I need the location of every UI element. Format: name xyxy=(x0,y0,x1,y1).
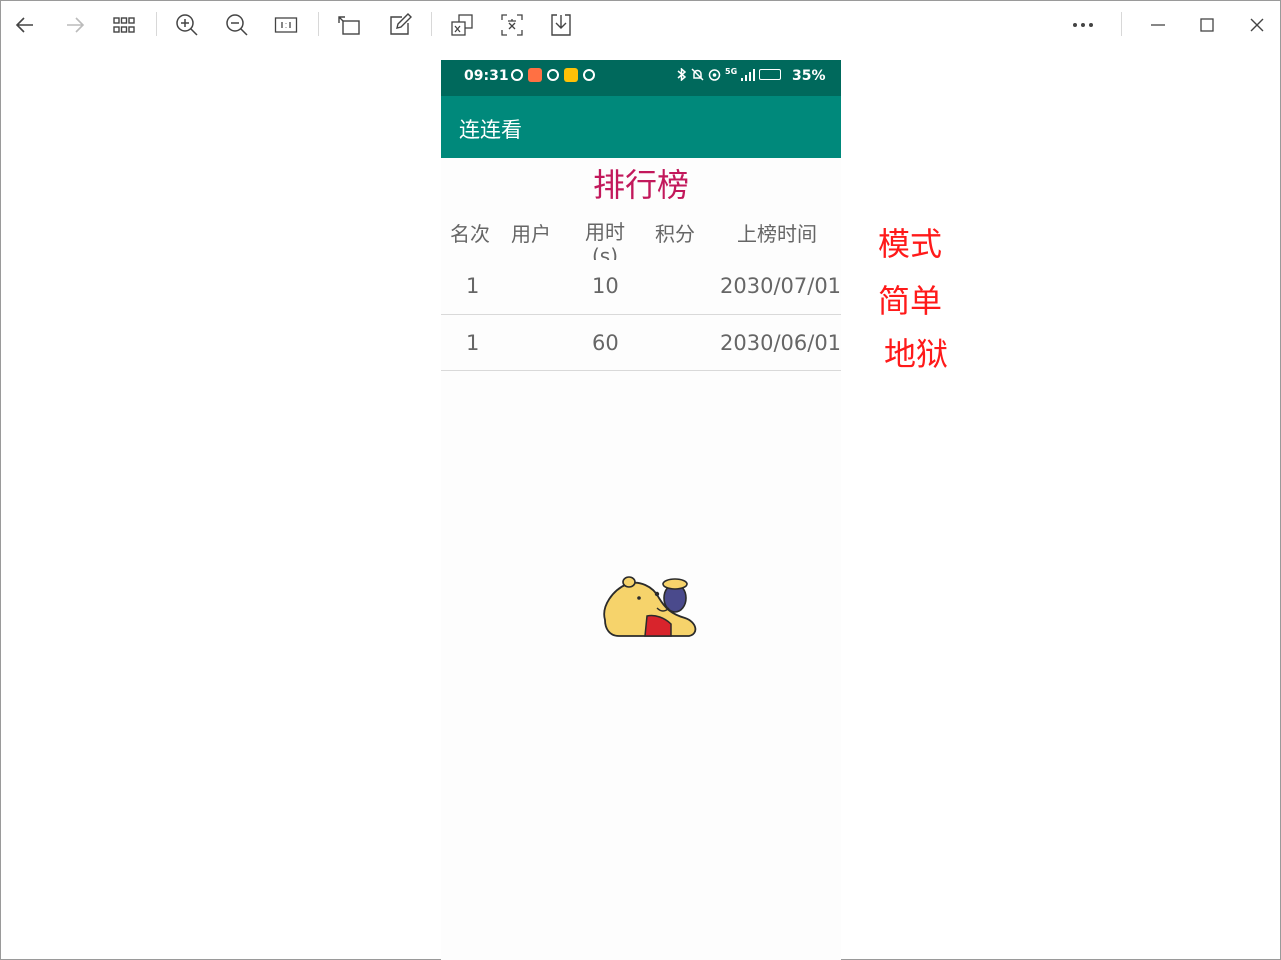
network-type: 5G xyxy=(725,67,738,76)
annotation-mode-hell: 地狱 xyxy=(884,335,949,373)
rotate-icon xyxy=(338,16,360,35)
app-title: 连连看 xyxy=(459,118,522,142)
ocr-button[interactable] xyxy=(496,9,528,41)
arrow-left-icon xyxy=(15,17,33,33)
close-button[interactable] xyxy=(1241,9,1273,41)
grid-icon xyxy=(113,17,135,33)
column-header-user: 用户 xyxy=(511,222,551,246)
more-dots-icon xyxy=(1073,23,1093,27)
bluetooth-icon xyxy=(677,68,687,81)
annotation-mode-easy: 简单 xyxy=(878,282,943,320)
back-button[interactable] xyxy=(9,9,41,41)
toolbar-divider xyxy=(1121,12,1122,36)
status-notification-icons xyxy=(511,68,595,82)
column-header-time: 用时(s) xyxy=(585,220,625,260)
edit-button[interactable] xyxy=(384,9,416,41)
edit-icon xyxy=(390,13,412,35)
row-divider xyxy=(441,370,841,371)
more-button[interactable] xyxy=(1067,9,1099,41)
close-icon xyxy=(1250,18,1264,32)
arrow-right-icon xyxy=(67,17,85,33)
save-button[interactable] xyxy=(545,9,577,41)
translate-icon xyxy=(451,14,473,36)
maximize-icon xyxy=(1200,18,1214,32)
status-time: 09:31 xyxy=(464,68,509,84)
signal-icon xyxy=(741,68,756,81)
actual-size-icon xyxy=(274,17,298,33)
alarm-icon xyxy=(511,69,523,81)
minimize-icon xyxy=(1151,24,1165,26)
zoom-out-icon xyxy=(226,14,248,36)
zoom-in-icon xyxy=(176,14,198,36)
zoom-in-button[interactable] xyxy=(171,9,203,41)
status-bar: 09:31 5G 35% xyxy=(441,60,841,96)
app-bar: 连连看 xyxy=(441,96,841,158)
forward-button[interactable] xyxy=(59,9,91,41)
annotation-mode-label: 模式 xyxy=(878,225,943,263)
app-notification-icon xyxy=(564,68,578,82)
battery-percent: 35% xyxy=(792,68,826,84)
cell-rank: 1 xyxy=(466,274,480,298)
viewer-toolbar xyxy=(0,0,1281,50)
column-header-score: 积分 xyxy=(655,222,695,246)
cell-date: 2030/06/01 xyxy=(720,331,842,355)
maximize-button[interactable] xyxy=(1191,9,1223,41)
download-icon xyxy=(551,14,571,36)
column-header-date: 上榜时间 xyxy=(737,222,817,246)
row-divider xyxy=(441,314,841,315)
status-system-icons: 5G xyxy=(677,67,782,81)
rotate-button[interactable] xyxy=(333,9,365,41)
toolbar-divider xyxy=(431,12,432,36)
bear-sticker-image xyxy=(603,576,697,637)
app-notification-icon xyxy=(547,69,559,81)
battery-icon xyxy=(759,69,782,80)
hotspot-icon xyxy=(708,69,721,81)
cell-time: 60 xyxy=(592,331,619,355)
toolbar-divider xyxy=(156,12,157,36)
toolbar-divider xyxy=(318,12,319,36)
leaderboard-title: 排行榜 xyxy=(592,166,689,204)
mute-icon xyxy=(691,68,704,81)
column-header-rank: 名次 xyxy=(450,222,490,246)
app-notification-icon xyxy=(583,69,595,81)
text-scan-icon xyxy=(501,14,523,36)
zoom-out-button[interactable] xyxy=(221,9,253,41)
minimize-button[interactable] xyxy=(1142,9,1174,41)
translate-button[interactable] xyxy=(446,9,478,41)
phone-screenshot: 09:31 5G 35% 连连看 排行榜 名次 用户 用时(s) 积分 上榜时间… xyxy=(441,60,841,960)
app-notification-icon xyxy=(528,68,542,82)
cell-date: 2030/07/01 xyxy=(720,274,842,298)
grid-view-button[interactable] xyxy=(108,9,140,41)
cell-rank: 1 xyxy=(466,331,480,355)
cell-time: 10 xyxy=(592,274,619,298)
actual-size-button[interactable] xyxy=(270,9,302,41)
